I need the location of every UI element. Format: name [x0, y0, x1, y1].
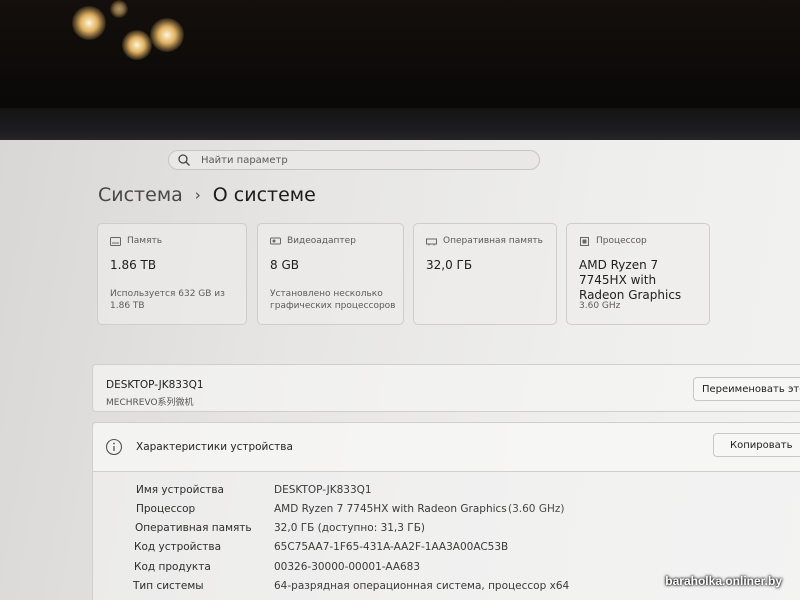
- settings-window: Система › О системе Память 1.86 TB Испол…: [0, 140, 800, 600]
- spec-row-device-name: Имя устройства DESKTOP-JK833Q1: [93, 484, 800, 502]
- ram-card-title: Оперативная память: [443, 236, 543, 246]
- ram-card-value: 32,0 ГБ: [426, 258, 473, 272]
- spec-value[interactable]: 64-разрядная операционная система, проце…: [274, 580, 569, 592]
- chandelier-lights: [70, 0, 200, 70]
- device-model: MECHREVO系列微机: [106, 398, 194, 408]
- cpu-icon: [580, 236, 589, 246]
- spec-value[interactable]: DESKTOP-JK833Q1: [274, 484, 372, 496]
- spec-label: Имя устройства: [136, 484, 224, 496]
- gpu-card-title: Видеоадаптер: [287, 236, 356, 246]
- gpu-card-value: 8 GB: [270, 258, 299, 272]
- rename-pc-button[interactable]: Переименовать этот ПК: [693, 377, 800, 401]
- spec-value[interactable]: 65C75AA7-1F65-431A-AA2F-1AA3A00AC53B: [274, 541, 508, 553]
- spec-value[interactable]: AMD Ryzen 7 7745HX with Radeon Graphics: [274, 503, 507, 515]
- spec-row-ram: Оперативная память 32,0 ГБ (доступно: 31…: [93, 522, 800, 540]
- spec-value[interactable]: 32,0 ГБ (доступно: 31,3 ГБ): [274, 522, 425, 534]
- cpu-card-note: 3.60 GHz: [579, 301, 621, 311]
- spec-label: Тип системы: [133, 580, 204, 592]
- spec-label: Оперативная память: [135, 522, 252, 534]
- spec-row-processor: Процессор AMD Ryzen 7 7745HX with Radeon…: [93, 503, 800, 521]
- spec-extra: (3.60 GHz): [508, 503, 565, 515]
- storage-card-note: Используется 632 GB из 1.86 TB: [110, 289, 225, 311]
- cpu-card[interactable]: Процессор AMD Ryzen 7 7745HX with Radeon…: [566, 223, 710, 325]
- spec-label: Код продукта: [134, 561, 211, 573]
- watermark: baraholka.onliner.by: [665, 574, 782, 588]
- device-specs-header[interactable]: Характеристики устройства Копировать: [92, 422, 800, 472]
- gpu-icon: [270, 237, 281, 244]
- laptop-bezel: [0, 108, 800, 142]
- storage-card-value: 1.86 TB: [110, 258, 157, 272]
- storage-card-title: Память: [127, 236, 163, 246]
- spec-label: Код устройства: [134, 541, 222, 553]
- gpu-card[interactable]: Видеоадаптер 8 GB Установлено несколько …: [257, 223, 404, 325]
- info-icon: [105, 438, 123, 456]
- search-box[interactable]: [168, 150, 540, 170]
- cpu-card-title: Процессор: [596, 236, 647, 246]
- spec-label: Процессор: [136, 503, 196, 515]
- device-name-section: DESKTOP-JK833Q1 MECHREVO系列微机 Переименова…: [92, 364, 800, 412]
- breadcrumb-parent[interactable]: Система: [98, 184, 183, 206]
- storage-card[interactable]: Память 1.86 TB Используется 632 GB из 1.…: [97, 223, 247, 325]
- ram-card[interactable]: Оперативная память 32,0 ГБ: [413, 223, 557, 325]
- gpu-card-note: Установлено несколько графических процес…: [270, 289, 396, 311]
- breadcrumb: Система › О системе: [98, 184, 316, 206]
- search-icon: [178, 154, 190, 166]
- ram-icon: [426, 238, 437, 245]
- cpu-card-value: AMD Ryzen 7 7745HX with Radeon Graphics: [579, 258, 682, 302]
- spec-row-device-id: Код устройства 65C75AA7-1F65-431A-AA2F-1…: [93, 541, 800, 559]
- spec-value[interactable]: 00326-30000-00001-AA683: [274, 561, 420, 573]
- storage-icon: [110, 236, 121, 246]
- device-name: DESKTOP-JK833Q1: [106, 379, 204, 391]
- page-title: О системе: [212, 184, 316, 206]
- copy-button[interactable]: Копировать: [713, 433, 800, 457]
- search-input[interactable]: [201, 154, 501, 166]
- breadcrumb-separator: ›: [194, 186, 201, 204]
- device-specs-title: Характеристики устройства: [136, 441, 293, 453]
